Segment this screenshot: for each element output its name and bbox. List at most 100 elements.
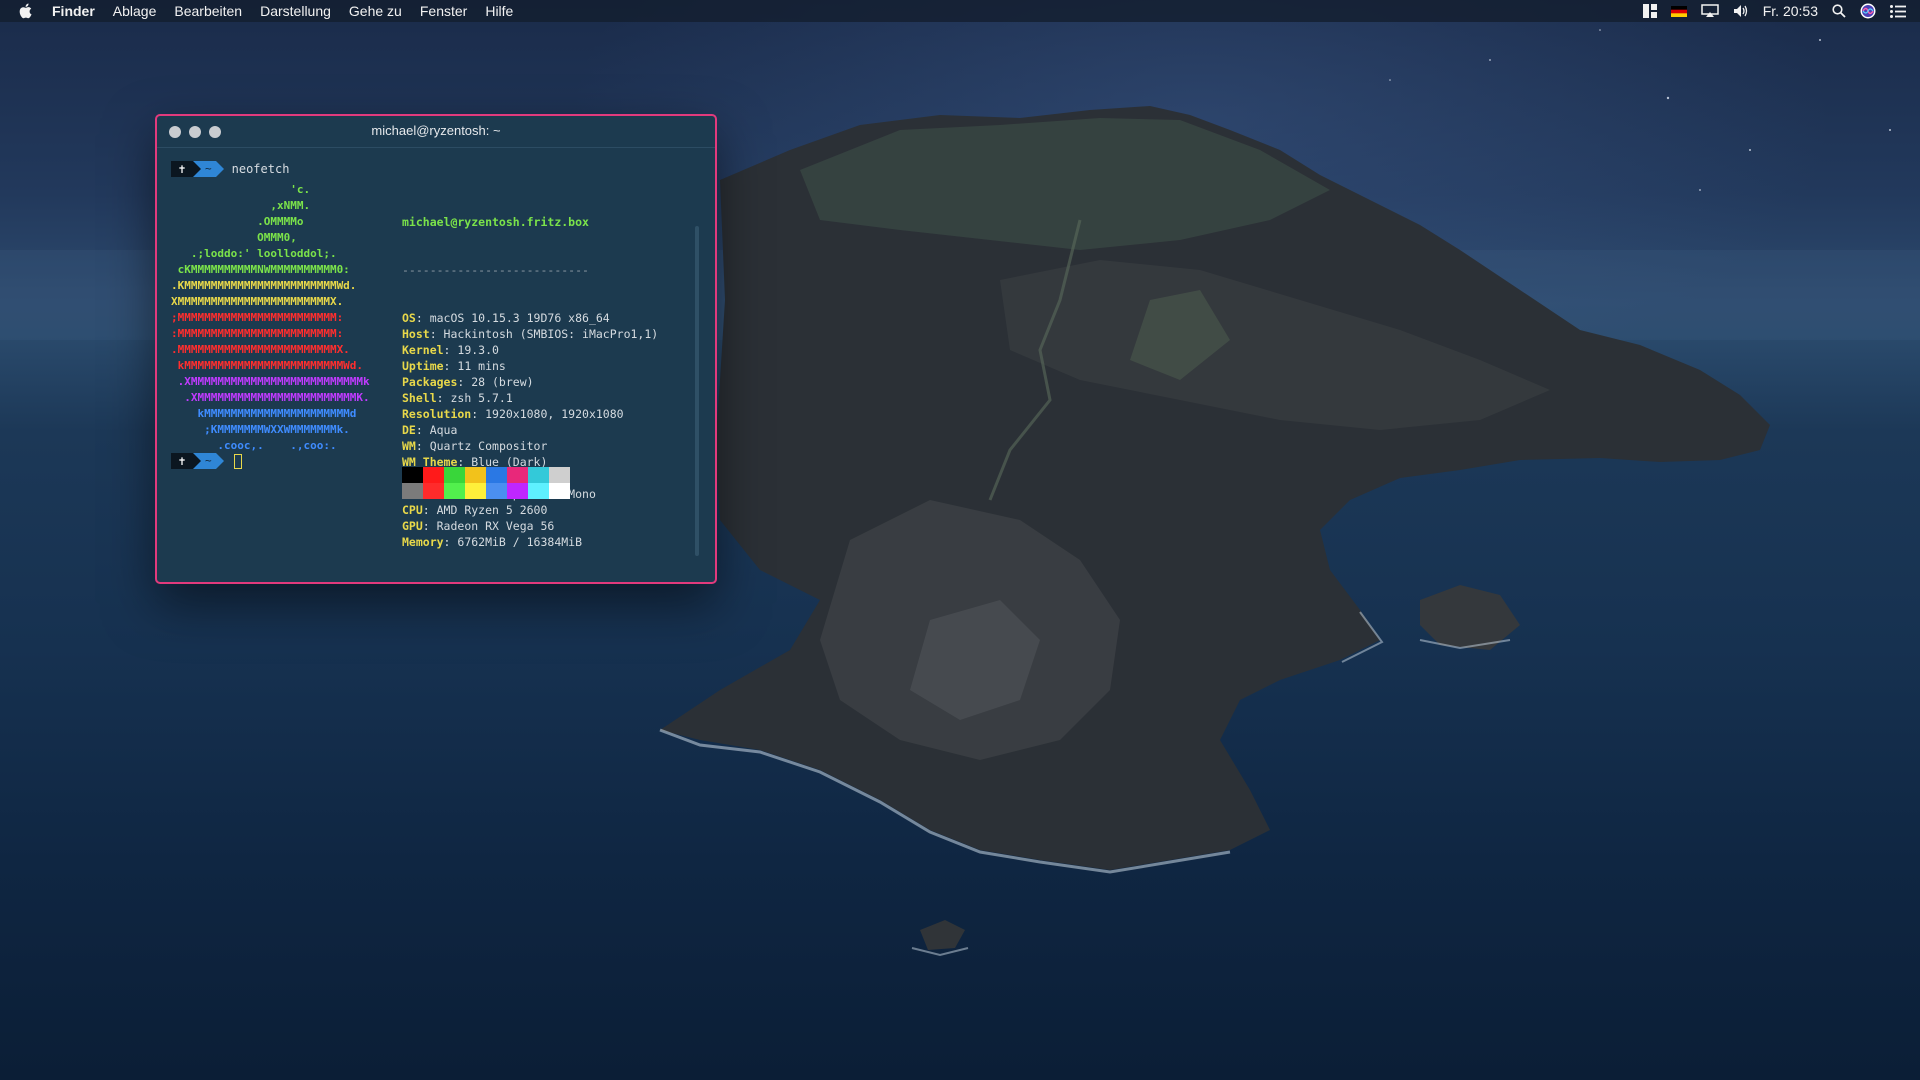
info-key: WM	[402, 439, 416, 453]
info-key: DE	[402, 423, 416, 437]
terminal-title: michael@ryzentosh: ~	[371, 123, 501, 138]
info-key: GPU	[402, 519, 423, 533]
menu-bar-status-area: Fr. 20:53	[1642, 0, 1920, 22]
color-swatch	[444, 483, 465, 499]
info-separator: ---------------------------	[402, 263, 589, 277]
color-swatch	[507, 467, 528, 483]
airplay-icon[interactable]	[1700, 0, 1719, 22]
terminal-titlebar[interactable]: michael@ryzentosh: ~	[157, 116, 715, 148]
german-flag-icon[interactable]	[1670, 0, 1687, 22]
logo-line: cKMMMMMMMMMMNWMMMMMMMMMM0:	[171, 263, 350, 276]
volume-icon[interactable]	[1733, 0, 1749, 22]
prompt-command: neofetch	[231, 162, 290, 176]
info-header: michael@ryzentosh.fritz.box	[402, 215, 589, 229]
info-value: : Radeon RX Vega 56	[422, 519, 555, 533]
logo-line: .MMMMMMMMMMMMMMMMMMMMMMMMX.	[171, 343, 350, 356]
logo-line: .cooc,. .,coo:.	[171, 439, 337, 452]
info-row: Shell: zsh 5.7.1	[402, 390, 658, 406]
color-swatch	[423, 467, 444, 483]
logo-line: kMMMMMMMMMMMMMMMMMMMMMMMMWd.	[171, 359, 364, 372]
search-icon[interactable]	[1832, 0, 1846, 22]
logo-line: OMMM0,	[171, 231, 297, 244]
info-value: : 28 (brew)	[457, 375, 534, 389]
info-key: CPU	[402, 503, 423, 517]
prompt-directory: ~	[201, 161, 216, 177]
menu-fenster[interactable]: Fenster	[420, 0, 467, 22]
info-key: Packages	[402, 375, 458, 389]
menu-finder[interactable]: Finder	[52, 0, 95, 22]
cross-icon: ✝	[171, 453, 193, 469]
logo-line: XMMMMMMMMMMMMMMMMMMMMMMMX.	[171, 295, 344, 308]
logo-line: .;loddo:' loolloddol;.	[171, 247, 337, 260]
text-cursor[interactable]	[233, 453, 242, 469]
info-key: Shell	[402, 391, 437, 405]
menu-hilfe[interactable]: Hilfe	[485, 0, 513, 22]
logo-line: ,xNMM.	[171, 199, 311, 212]
color-swatch	[528, 467, 549, 483]
menu-gehe-zu[interactable]: Gehe zu	[349, 0, 402, 22]
menu-bearbeiten[interactable]: Bearbeiten	[174, 0, 242, 22]
info-row: Uptime: 11 mins	[402, 358, 658, 374]
info-value: : 19.3.0	[443, 343, 499, 357]
menu-clock[interactable]: Fr. 20:53	[1763, 0, 1818, 22]
color-swatch	[465, 483, 486, 499]
color-swatch	[549, 467, 570, 483]
info-key: Uptime	[402, 359, 444, 373]
info-row: DE: Aqua	[402, 422, 658, 438]
logo-line: .XMMMMMMMMMMMMMMMMMMMMMMMMMMk	[171, 375, 370, 388]
info-row: Host: Hackintosh (SMBIOS: iMacPro1,1)	[402, 326, 658, 342]
info-value: : AMD Ryzen 5 2600	[422, 503, 548, 517]
prompt-line-2[interactable]: ✝ ~	[171, 453, 242, 469]
info-value: : Aqua	[415, 423, 458, 437]
prompt-badge: ✝ ~	[171, 453, 224, 469]
menu-darstellung[interactable]: Darstellung	[260, 0, 331, 22]
color-swatch	[402, 467, 423, 483]
terminal-window[interactable]: michael@ryzentosh: ~ ✝ ~ neofetch 'c. ,x…	[155, 114, 717, 584]
window-layout-icon[interactable]	[1642, 0, 1657, 22]
logo-line: .XMMMMMMMMMMMMMMMMMMMMMMMMK.	[171, 391, 370, 404]
color-swatch	[465, 467, 486, 483]
color-swatch	[528, 483, 549, 499]
menu-ablage[interactable]: Ablage	[113, 0, 157, 22]
info-value: : macOS 10.15.3 19D76 x86_64	[415, 311, 610, 325]
logo-line: ;MMMMMMMMMMMMMMMMMMMMMMMM:	[171, 311, 344, 324]
info-row: Resolution: 1920x1080, 1920x1080	[402, 406, 658, 422]
info-row: GPU: Radeon RX Vega 56	[402, 518, 658, 534]
color-swatch	[402, 483, 423, 499]
info-row: Kernel: 19.3.0	[402, 342, 658, 358]
prompt-directory: ~	[201, 453, 216, 469]
logo-line: .OMMMMo	[171, 215, 304, 228]
info-value: : 1920x1080, 1920x1080	[471, 407, 624, 421]
info-value: : Quartz Compositor	[415, 439, 548, 453]
logo-line: .KMMMMMMMMMMMMMMMMMMMMMMMWd.	[171, 279, 357, 292]
color-swatch	[549, 483, 570, 499]
info-key: Kernel	[402, 343, 444, 357]
siri-icon[interactable]	[1860, 0, 1876, 22]
logo-line: 'c.	[171, 183, 311, 196]
color-swatch	[444, 467, 465, 483]
cross-icon: ✝	[171, 161, 193, 177]
info-value: : zsh 5.7.1	[436, 391, 513, 405]
terminal-scrollbar[interactable]	[695, 226, 699, 556]
apple-icon[interactable]	[18, 0, 38, 22]
notification-center-icon[interactable]	[1890, 0, 1906, 22]
info-key: Resolution	[402, 407, 472, 421]
info-row: Memory: 6762MiB / 16384MiB	[402, 534, 658, 550]
color-swatch	[486, 467, 507, 483]
logo-line: :MMMMMMMMMMMMMMMMMMMMMMMM:	[171, 327, 344, 340]
logo-line: ;KMMMMMMMWXXWMMMMMMMk.	[171, 423, 350, 436]
info-key: Memory	[402, 535, 444, 549]
info-row: WM: Quartz Compositor	[402, 438, 658, 454]
prompt-badge: ✝ ~	[171, 161, 224, 177]
info-value: : 11 mins	[443, 359, 506, 373]
color-swatch	[486, 483, 507, 499]
menu-bar: Finder Ablage Bearbeiten Darstellung Geh…	[0, 0, 1920, 22]
info-row: CPU: AMD Ryzen 5 2600	[402, 502, 658, 518]
info-key: Host	[402, 327, 430, 341]
color-swatch	[423, 483, 444, 499]
color-palette	[402, 467, 570, 499]
logo-line: kMMMMMMMMMMMMMMMMMMMMMMd	[171, 407, 357, 420]
neofetch-apple-logo: 'c. ,xNMM. .OMMMMo OMMM0, .;loddo:' lool…	[171, 182, 391, 454]
info-key: OS	[402, 311, 416, 325]
info-row: OS: macOS 10.15.3 19D76 x86_64	[402, 310, 658, 326]
